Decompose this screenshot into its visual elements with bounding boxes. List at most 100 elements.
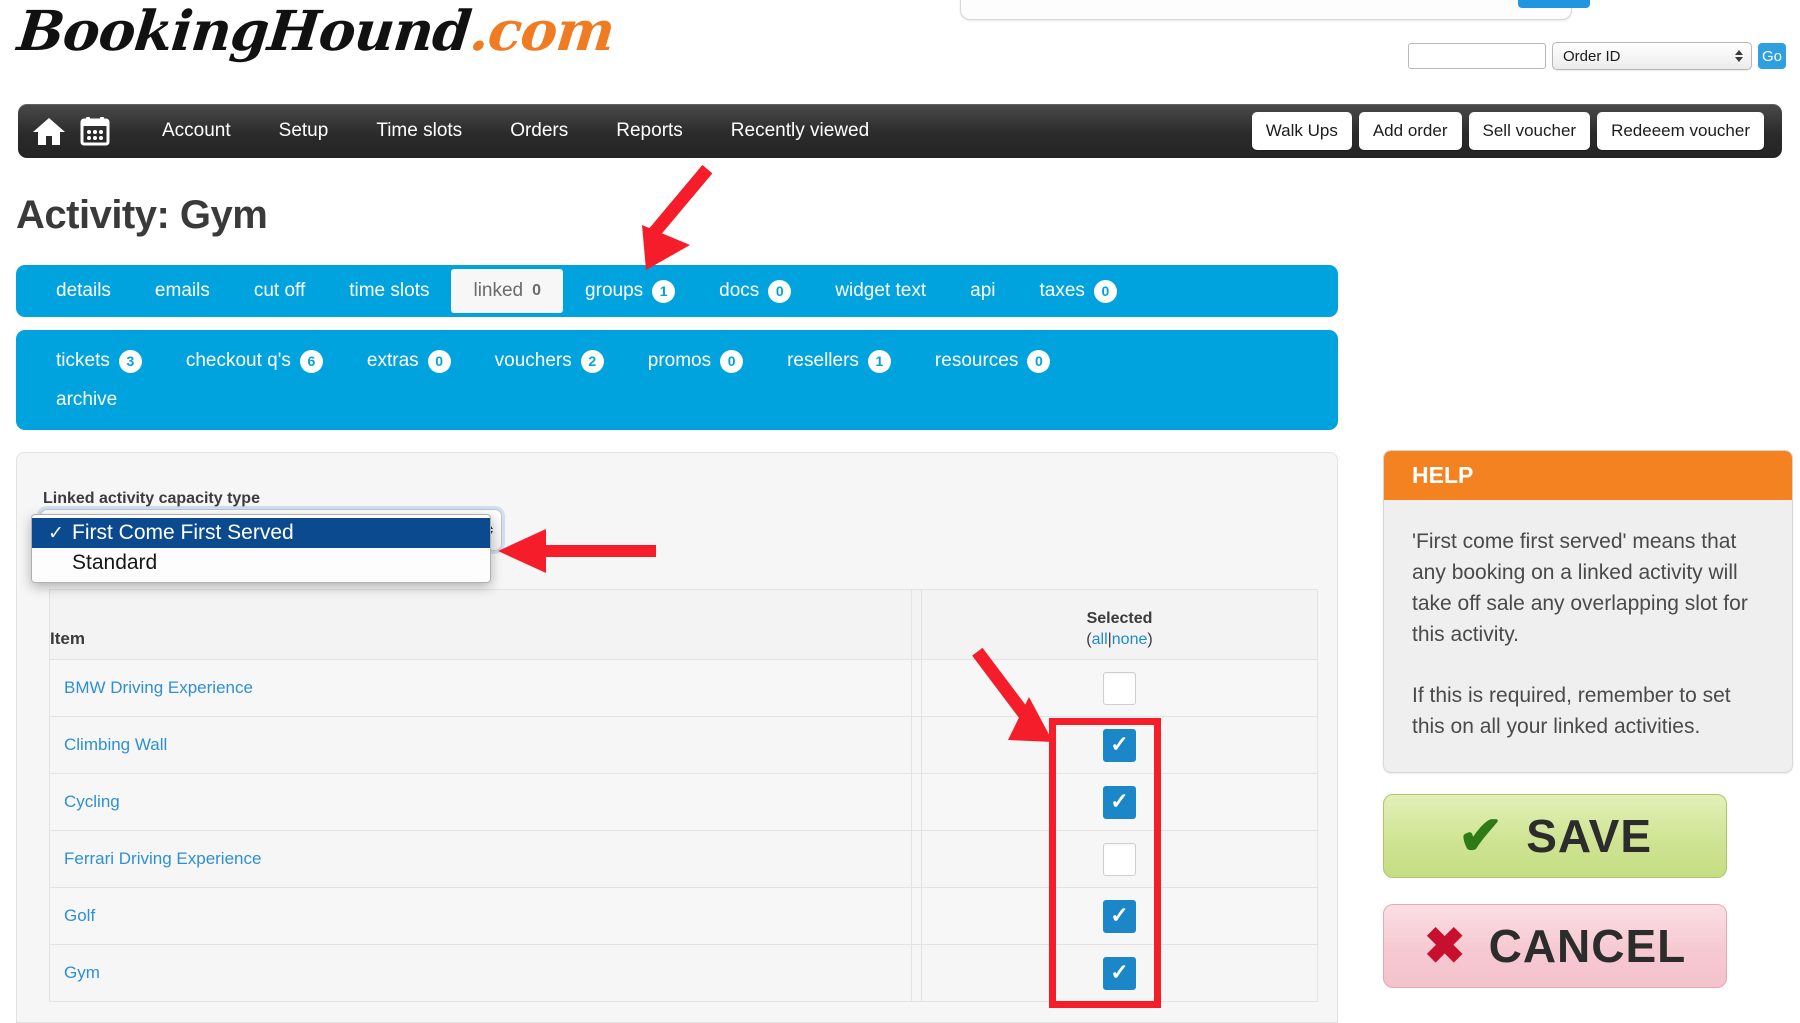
- home-icon[interactable]: [32, 116, 66, 146]
- activity-tabs-row-2: tickets 3 checkout q's 6 extras 0 vouchers 2 pro…: [16, 330, 1338, 430]
- nav-link-orders[interactable]: Orders: [486, 120, 592, 142]
- tab-linked[interactable]: linked 0: [451, 269, 564, 313]
- capacity-type-label: Linked activity capacity type: [43, 490, 260, 507]
- capacity-option-standard[interactable]: Standard: [32, 548, 490, 578]
- nav-link-setup[interactable]: Setup: [255, 120, 353, 142]
- table-row: BMW Driving Experience: [49, 659, 1318, 717]
- brand-name: BookingHound: [14, 0, 474, 63]
- tab-groups[interactable]: groups 1: [563, 272, 697, 311]
- nav-button-walk-ups[interactable]: Walk Ups: [1251, 112, 1352, 150]
- nav-link-recently-viewed[interactable]: Recently viewed: [707, 120, 893, 142]
- calendar-icon[interactable]: [80, 116, 110, 146]
- selected-checkbox[interactable]: [1103, 785, 1136, 819]
- table-cell-spacer: [911, 773, 922, 831]
- tab-label: docs: [719, 280, 760, 301]
- tab-api[interactable]: api: [948, 272, 1017, 310]
- selected-checkbox[interactable]: [1103, 899, 1136, 933]
- order-search-input[interactable]: [1408, 43, 1546, 69]
- nav-button-redeeem-voucher[interactable]: Redeeem voucher: [1597, 112, 1764, 150]
- tab-badge: 6: [299, 349, 323, 373]
- tab-cut-off[interactable]: cut off: [232, 272, 327, 310]
- tab-taxes[interactable]: taxes 0: [1017, 272, 1138, 311]
- tab-emails[interactable]: emails: [133, 272, 232, 310]
- brand-logo[interactable]: BookingHound.com: [15, 0, 618, 63]
- tab-details[interactable]: details: [34, 272, 133, 310]
- tab-label: widget text: [835, 280, 927, 301]
- tab-badge: 0: [720, 349, 744, 373]
- tab-widget-text[interactable]: widget text: [813, 272, 948, 310]
- nav-link-account[interactable]: Account: [138, 120, 255, 142]
- top-cut-panel: [960, 0, 1572, 20]
- item-link[interactable]: Climbing Wall: [64, 735, 167, 754]
- tab-badge: 0: [1093, 279, 1117, 303]
- tab-badge: 0: [1027, 349, 1051, 373]
- tab-label: tickets: [56, 350, 110, 371]
- tab-time-slots[interactable]: time slots: [327, 272, 451, 310]
- selected-checkbox[interactable]: [1103, 728, 1136, 762]
- table-cell-spacer: [911, 716, 922, 774]
- tab-badge: 3: [118, 349, 142, 373]
- tab-label: time slots: [349, 280, 430, 301]
- tab-label: archive: [56, 388, 118, 410]
- cancel-button[interactable]: ✖ CANCEL: [1383, 904, 1727, 988]
- tab-badge: 0: [532, 282, 542, 299]
- tab-badge: 1: [652, 279, 676, 303]
- order-search-type-select[interactable]: Order ID: [1552, 42, 1752, 70]
- capacity-option-label: First Come First Served: [72, 521, 294, 544]
- tab-archive[interactable]: archive: [34, 381, 139, 419]
- table-row: Cycling: [49, 773, 1318, 831]
- tab-resources[interactable]: resources 0: [913, 342, 1072, 381]
- linked-items-table-body: BMW Driving Experience Climbing Wall Cycli…: [49, 659, 1318, 1002]
- tab-label: emails: [154, 280, 210, 301]
- item-link[interactable]: Golf: [64, 906, 95, 925]
- table-cell-spacer: [911, 830, 922, 888]
- tab-badge: 1: [867, 349, 891, 373]
- table-cell-item: BMW Driving Experience: [49, 659, 912, 717]
- nav-link-time-slots[interactable]: Time slots: [352, 120, 486, 142]
- tab-promos[interactable]: promos 0: [626, 342, 765, 381]
- table-row: Golf: [49, 887, 1318, 945]
- item-link[interactable]: Ferrari Driving Experience: [64, 849, 261, 868]
- tab-tickets[interactable]: tickets 3: [34, 342, 164, 381]
- top-cut-blue-button[interactable]: [1518, 0, 1590, 8]
- tab-label: vouchers: [494, 350, 572, 371]
- tab-checkout-q-s[interactable]: checkout q's 6: [164, 342, 345, 381]
- tab-vouchers[interactable]: vouchers 2: [473, 342, 626, 381]
- select-all-link[interactable]: all: [1092, 631, 1108, 648]
- select-none-link[interactable]: none: [1112, 631, 1148, 648]
- tab-label: extras: [366, 350, 419, 371]
- table-cell-selected: [921, 773, 1318, 831]
- table-cell-spacer: [911, 659, 922, 717]
- selected-checkbox[interactable]: [1103, 671, 1136, 705]
- nav-button-add-order[interactable]: Add order: [1358, 112, 1462, 150]
- check-icon: ✔: [1457, 806, 1505, 866]
- tab-extras[interactable]: extras 0: [345, 342, 473, 381]
- item-link[interactable]: BMW Driving Experience: [64, 678, 253, 697]
- tab-badge: 2: [580, 349, 604, 373]
- column-header-selected: Selected (all|none): [921, 589, 1318, 660]
- selected-checkbox[interactable]: [1103, 956, 1136, 990]
- tab-resellers[interactable]: resellers 1: [765, 342, 913, 381]
- help-panel-body: 'First come first served' means that any…: [1384, 500, 1792, 772]
- help-paragraph-2: If this is required, remember to set thi…: [1412, 684, 1731, 738]
- table-row: Climbing Wall: [49, 716, 1318, 774]
- go-button[interactable]: Go: [1758, 43, 1786, 69]
- table-cell-item: Golf: [49, 887, 912, 945]
- tab-label: details: [56, 280, 111, 301]
- table-row: Gym: [49, 944, 1318, 1002]
- nav-button-sell-voucher[interactable]: Sell voucher: [1468, 112, 1591, 150]
- selected-checkbox[interactable]: [1103, 842, 1136, 876]
- tab-docs[interactable]: docs 0: [697, 272, 813, 311]
- chevron-updown-icon: [1735, 50, 1743, 62]
- item-link[interactable]: Gym: [64, 963, 100, 982]
- linked-items-table: Item Selected (all|none) BMW Driving Exp…: [49, 589, 1318, 1002]
- capacity-option-first-come-first-served[interactable]: ✓ First Come First Served: [32, 518, 490, 548]
- table-cell-item: Cycling: [49, 773, 912, 831]
- tab-badge: 0: [768, 279, 792, 303]
- table-row: Ferrari Driving Experience: [49, 830, 1318, 888]
- table-cell-selected: [921, 944, 1318, 1002]
- nav-link-reports[interactable]: Reports: [592, 120, 707, 142]
- page-root: BookingHound.com Order ID Go Account Setu…: [0, 0, 1800, 1023]
- item-link[interactable]: Cycling: [64, 792, 120, 811]
- save-button[interactable]: ✔ SAVE: [1383, 794, 1727, 878]
